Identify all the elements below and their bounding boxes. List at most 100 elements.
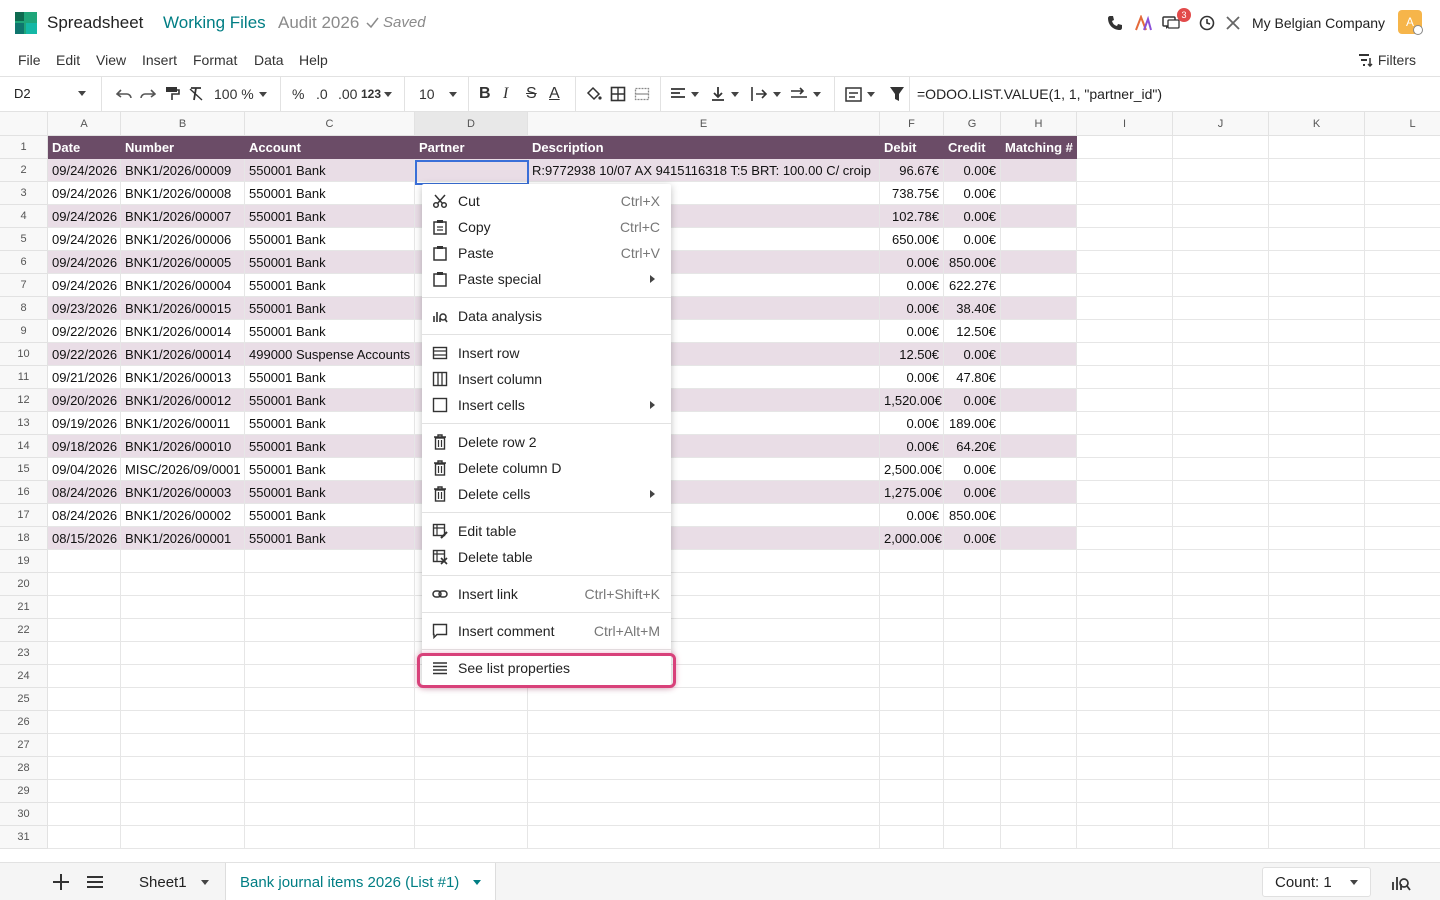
grid-cell[interactable] <box>1001 803 1077 826</box>
grid-cell[interactable] <box>1269 642 1365 665</box>
grid-cell[interactable] <box>1365 826 1440 849</box>
table-cell[interactable]: 0.00€ <box>944 481 1001 504</box>
table-cell[interactable]: BNK1/2026/00010 <box>121 435 245 458</box>
grid-cell[interactable] <box>880 757 944 780</box>
grid-cell[interactable] <box>944 665 1001 688</box>
grid-cell[interactable] <box>1077 366 1173 389</box>
grid-cell[interactable] <box>880 573 944 596</box>
table-cell[interactable]: 550001 Bank <box>245 366 415 389</box>
grid-cell[interactable] <box>121 803 245 826</box>
row-header[interactable]: 8 <box>0 297 48 320</box>
column-header[interactable]: A <box>48 112 121 136</box>
table-cell[interactable] <box>1001 481 1077 504</box>
table-cell[interactable] <box>1001 527 1077 550</box>
grid-cell[interactable] <box>1001 550 1077 573</box>
grid-cell[interactable] <box>1269 481 1365 504</box>
row-header[interactable]: 29 <box>0 780 48 803</box>
grid-cell[interactable] <box>48 573 121 596</box>
percent-format-button[interactable]: % <box>292 85 304 103</box>
grid-cell[interactable] <box>121 665 245 688</box>
row-header[interactable]: 2 <box>0 159 48 182</box>
grid-cell[interactable] <box>1173 711 1269 734</box>
grid-cell[interactable] <box>1365 619 1440 642</box>
number-format-select[interactable]: 123 <box>361 85 393 103</box>
grid-cell[interactable] <box>1365 389 1440 412</box>
table-header-cell[interactable]: Date <box>48 136 121 159</box>
table-cell[interactable]: 09/24/2026 <box>48 159 121 182</box>
zoom-select[interactable]: 100 % <box>214 85 267 103</box>
grid-cell[interactable] <box>1269 205 1365 228</box>
grid-cell[interactable] <box>1269 297 1365 320</box>
grid-cell[interactable] <box>1269 573 1365 596</box>
grid-cell[interactable] <box>1173 527 1269 550</box>
grid-cell[interactable] <box>1365 251 1440 274</box>
horizontal-align-select[interactable] <box>670 85 699 103</box>
grid-cell[interactable] <box>415 734 528 757</box>
fill-color-icon[interactable] <box>586 85 602 103</box>
column-header[interactable]: F <box>880 112 944 136</box>
grid-cell[interactable] <box>1173 458 1269 481</box>
table-cell[interactable]: 38.40€ <box>944 297 1001 320</box>
grid-cell[interactable] <box>1173 205 1269 228</box>
table-cell[interactable]: 550001 Bank <box>245 412 415 435</box>
table-cell[interactable] <box>415 159 528 182</box>
grid-cell[interactable] <box>880 780 944 803</box>
grid-cell[interactable] <box>528 780 880 803</box>
table-cell[interactable]: 0.00€ <box>944 527 1001 550</box>
grid-cell[interactable] <box>1365 688 1440 711</box>
grid-cell[interactable] <box>1077 642 1173 665</box>
italic-icon[interactable]: I <box>503 85 508 103</box>
grid-cell[interactable] <box>1173 297 1269 320</box>
grid-cell[interactable] <box>880 688 944 711</box>
table-cell[interactable]: 47.80€ <box>944 366 1001 389</box>
grid-cell[interactable] <box>1365 596 1440 619</box>
table-header-cell[interactable]: Credit <box>944 136 1001 159</box>
grid-cell[interactable] <box>48 803 121 826</box>
grid-cell[interactable] <box>48 596 121 619</box>
table-cell[interactable]: 0.00€ <box>880 297 944 320</box>
grid-cell[interactable] <box>528 826 880 849</box>
grid-cell[interactable] <box>944 596 1001 619</box>
grid-cell[interactable] <box>880 665 944 688</box>
row-header[interactable]: 1 <box>0 136 48 159</box>
table-cell[interactable] <box>1001 412 1077 435</box>
grid-cell[interactable] <box>48 688 121 711</box>
column-header[interactable]: E <box>528 112 880 136</box>
table-cell[interactable]: 550001 Bank <box>245 159 415 182</box>
grid-cell[interactable] <box>1365 803 1440 826</box>
column-header[interactable]: C <box>245 112 415 136</box>
grid-cell[interactable] <box>1365 527 1440 550</box>
table-cell[interactable]: 550001 Bank <box>245 274 415 297</box>
table-cell[interactable]: 622.27€ <box>944 274 1001 297</box>
grid-cell[interactable] <box>944 780 1001 803</box>
table-cell[interactable]: 0.00€ <box>944 228 1001 251</box>
grid-cell[interactable] <box>1077 274 1173 297</box>
grid-cell[interactable] <box>944 642 1001 665</box>
grid-cell[interactable] <box>1173 251 1269 274</box>
table-cell[interactable]: 0.00€ <box>944 389 1001 412</box>
grid-cell[interactable] <box>1173 481 1269 504</box>
grid-cell[interactable] <box>1077 619 1173 642</box>
clear-format-icon[interactable] <box>188 85 204 103</box>
grid-cell[interactable] <box>1269 136 1365 159</box>
table-cell[interactable] <box>1001 435 1077 458</box>
column-header[interactable]: H <box>1001 112 1077 136</box>
table-cell[interactable]: 550001 Bank <box>245 182 415 205</box>
grid-cell[interactable] <box>1365 504 1440 527</box>
grid-cell[interactable] <box>48 619 121 642</box>
grid-cell[interactable] <box>1269 504 1365 527</box>
clock-icon[interactable] <box>1197 13 1217 33</box>
aggregate-select[interactable]: Count: 1 <box>1262 867 1371 897</box>
table-cell[interactable]: 0.00€ <box>944 182 1001 205</box>
grid-cell[interactable] <box>1269 688 1365 711</box>
table-cell[interactable]: 09/22/2026 <box>48 320 121 343</box>
grid-cell[interactable] <box>245 550 415 573</box>
grid-cell[interactable] <box>245 826 415 849</box>
grid-cell[interactable] <box>1077 803 1173 826</box>
grid-cell[interactable] <box>1173 274 1269 297</box>
table-cell[interactable]: 550001 Bank <box>245 297 415 320</box>
grid-cell[interactable] <box>944 573 1001 596</box>
grid-cell[interactable] <box>121 826 245 849</box>
grid-cell[interactable] <box>1269 274 1365 297</box>
table-cell[interactable]: 550001 Bank <box>245 251 415 274</box>
